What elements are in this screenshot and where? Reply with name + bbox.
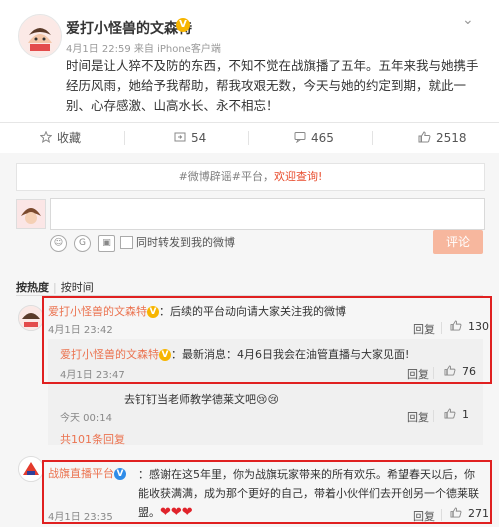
favorite-label: 收藏: [57, 131, 82, 145]
sub-reply-text: 去钉钉当老师教学德莱文吧😢😢: [124, 391, 279, 407]
divider: [124, 131, 125, 145]
topic-prefix: #微博辟谣#平台，: [178, 170, 274, 183]
repost-count: 54: [191, 131, 207, 145]
commenter-avatar[interactable]: [18, 456, 44, 482]
repost-checkbox[interactable]: [120, 236, 133, 249]
author-avatar[interactable]: [18, 14, 62, 58]
my-avatar: [16, 199, 46, 229]
smiley-icon[interactable]: ☺: [50, 235, 67, 252]
sub-reply-body: 去钉钉当老师教学德莱文吧: [124, 393, 256, 406]
weibo-post: 爱打小怪兽的文森特 V ⌄ 4月1日 22:59 来自 iPhone客户端 时间…: [0, 0, 499, 122]
chevron-down-icon[interactable]: ⌄: [462, 12, 474, 28]
crying-emoji-icon: 😢😢: [256, 393, 279, 406]
topic-banner[interactable]: #微博辟谣#平台，欢迎查询!: [16, 163, 485, 191]
sort-tabs: 按热度 | 按时间: [16, 281, 94, 294]
thumbs-up-icon: [444, 408, 456, 422]
author-name[interactable]: 爱打小怪兽的文森特: [66, 18, 192, 38]
tab-sort-hot[interactable]: 按热度: [16, 281, 49, 294]
sub-reply-like-count: 1: [462, 408, 469, 421]
sub-reply-time: 今天 00:14: [60, 413, 112, 424]
post-text: 时间是让人猝不及防的东西，不知不觉在战旗播了五年。五年来我与她携手经历风雨，她给…: [66, 58, 479, 113]
gif-icon[interactable]: G: [74, 235, 91, 252]
comment-input[interactable]: [50, 198, 485, 230]
like-count: 2518: [436, 131, 467, 145]
sub-reply-like-button[interactable]: 1: [444, 408, 469, 422]
submit-comment-button[interactable]: 评论: [433, 230, 483, 254]
comment-section: #微博辟谣#平台，欢迎查询! ☺ G ▣ 同时转发到我的微博 评论 按热度 | 按时…: [0, 153, 499, 527]
commenter-avatar[interactable]: [18, 305, 44, 331]
more-replies-link[interactable]: 共101条回复: [60, 431, 125, 447]
verified-badge-icon: V: [176, 18, 190, 32]
repost-button[interactable]: 54: [174, 123, 206, 153]
comment-icon: [294, 124, 306, 154]
topic-link[interactable]: 欢迎查询!: [274, 170, 322, 183]
comment-count: 465: [311, 131, 334, 145]
highlight-box: [42, 460, 492, 524]
divider: [372, 131, 373, 145]
image-icon[interactable]: ▣: [98, 235, 115, 252]
comment-button[interactable]: 465: [294, 123, 334, 153]
favorite-button[interactable]: 收藏: [39, 123, 82, 154]
repost-checkbox-label: 同时转发到我的微博: [136, 236, 235, 249]
divider: [248, 131, 249, 145]
reply-button[interactable]: 回复: [407, 409, 429, 425]
post-meta: 4月1日 22:59 来自 iPhone客户端: [66, 44, 221, 55]
post-action-bar: 收藏 54 465 2518: [0, 122, 499, 154]
like-button[interactable]: 2518: [418, 123, 467, 153]
highlight-box: [42, 296, 492, 384]
star-icon: [39, 124, 53, 154]
divider: [433, 410, 434, 422]
repost-icon: [174, 124, 186, 154]
thumbs-up-icon: [418, 124, 431, 154]
tab-sort-time[interactable]: 按时间: [61, 281, 94, 294]
